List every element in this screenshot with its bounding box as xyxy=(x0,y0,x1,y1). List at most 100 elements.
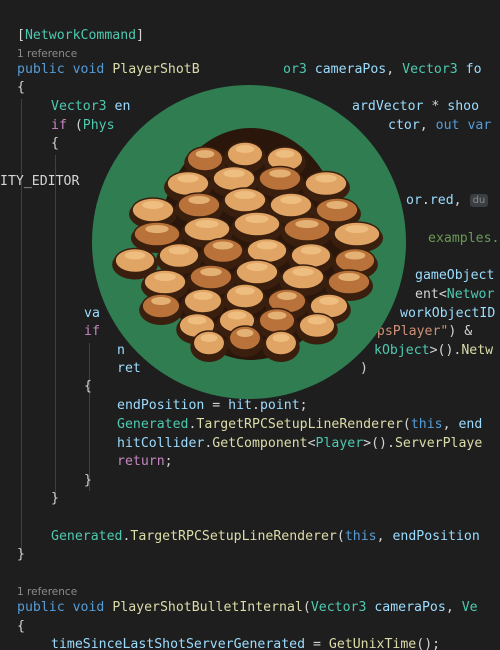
pinecone-scale-highlight xyxy=(200,268,222,276)
token: } xyxy=(17,547,25,562)
token: . xyxy=(421,193,430,208)
pinecone-scale-highlight xyxy=(345,225,369,233)
pinecone-scale-highlight xyxy=(315,174,337,183)
token: NetworkCommand xyxy=(24,28,137,43)
code-line[interactable]: ITY_EDITOR xyxy=(0,172,79,192)
indent-guide xyxy=(55,155,56,498)
token: { xyxy=(51,136,59,151)
pinecone-scale-highlight xyxy=(235,287,255,295)
token: Player xyxy=(315,436,364,451)
pinecone-scale-highlight xyxy=(200,334,218,342)
token: PlayerShotB xyxy=(112,62,200,77)
code-line[interactable]: hitCollider.GetComponent<Player>().Serve… xyxy=(117,434,482,454)
token: GetUnixTime xyxy=(328,637,417,650)
pinecone-scale-highlight xyxy=(326,201,348,209)
token: this xyxy=(410,417,443,432)
code-line[interactable]: public void PlayerShotBulletInternal(Vec… xyxy=(17,598,478,618)
token: Ve xyxy=(461,600,478,615)
pinecone-scale-highlight xyxy=(338,273,360,281)
token: ] xyxy=(136,28,145,43)
code-line[interactable]: [NetworkCommand] xyxy=(17,26,144,46)
pinecone-scale-highlight xyxy=(142,201,164,209)
token: endPosition xyxy=(392,529,480,544)
token: if xyxy=(51,118,67,133)
code-line[interactable]: Generated.TargetRPCSetupLineRenderer(thi… xyxy=(117,415,482,435)
token: GetComponent xyxy=(212,436,308,451)
token: cameraPos xyxy=(314,62,387,77)
pinecone-scale-highlight xyxy=(292,268,314,276)
token: = xyxy=(305,637,329,650)
token: TargetRPCSetupLineRenderer xyxy=(196,417,403,432)
pinecone-scale-highlight xyxy=(235,145,255,153)
token: cameraPos xyxy=(374,600,446,615)
pinecone-scale-highlight xyxy=(195,150,215,158)
code-line[interactable]: timeSinceLastShotServerGenerated = GetUn… xyxy=(51,635,440,650)
token: hit xyxy=(228,398,252,413)
token: , xyxy=(453,193,470,208)
indent-guide xyxy=(21,99,22,554)
code-line[interactable]: } xyxy=(17,545,25,565)
code-line[interactable]: Generated.TargetRPCSetupLineRenderer(thi… xyxy=(51,527,480,547)
pinecone-scale-highlight xyxy=(223,169,245,178)
token: Vector3 xyxy=(402,62,458,77)
pinecone-scale-highlight xyxy=(193,292,213,300)
token: < xyxy=(307,436,316,451)
parameter-hint: du xyxy=(469,194,489,207)
pinecone-scale-highlight xyxy=(344,251,366,260)
token: { xyxy=(17,619,25,634)
pinecone-scale-highlight xyxy=(168,246,190,255)
token: [ xyxy=(17,28,25,43)
codelens-references[interactable]: 1 reference xyxy=(17,585,77,599)
pinecone-scale-highlight xyxy=(307,316,327,325)
token: , xyxy=(376,529,393,544)
code-line[interactable]: or3 cameraPos, Vector3 fo xyxy=(283,60,482,80)
token: ; xyxy=(164,454,173,469)
pinecone-scale-highlight xyxy=(188,196,210,204)
token: , xyxy=(386,62,403,77)
token: } xyxy=(84,473,92,488)
pinecone-scale-highlight xyxy=(195,220,219,228)
code-line[interactable]: return; xyxy=(117,452,173,472)
token: shoo xyxy=(447,99,480,114)
token: >(). xyxy=(363,436,395,451)
token: ) & xyxy=(448,324,473,339)
pinecone-scale-highlight xyxy=(277,292,297,300)
code-line[interactable]: { xyxy=(17,617,25,637)
token: . xyxy=(252,398,260,413)
pinecone-scale-highlight xyxy=(212,241,234,250)
token: TargetRPCSetupLineRenderer xyxy=(130,529,337,544)
token: or3 xyxy=(283,62,315,77)
code-line[interactable]: gameObject xyxy=(415,266,494,286)
pinecone-scale-highlight xyxy=(234,191,256,199)
code-line[interactable]: ent<Networ xyxy=(415,285,494,305)
pinecone-scale-highlight xyxy=(227,311,247,320)
code-line[interactable]: { xyxy=(51,134,59,154)
token: public xyxy=(17,62,65,77)
pinecone-scale-highlight xyxy=(177,174,199,183)
pinecone-scale-highlight xyxy=(154,273,176,281)
token: ITY_EDITOR xyxy=(0,174,80,189)
pinecone-scale-highlight xyxy=(267,311,287,320)
code-line[interactable]: { xyxy=(17,78,25,98)
pinecone-scale-highlight xyxy=(245,215,269,223)
token: Generated xyxy=(51,529,123,544)
pinecone-scale-highlight xyxy=(151,297,171,305)
pinecone-scale-highlight xyxy=(319,297,339,305)
code-line[interactable]: } xyxy=(84,471,92,491)
code-line[interactable]: public void PlayerShotB xyxy=(17,60,200,80)
token: examples. xyxy=(428,231,500,246)
pinecone-scale-highlight xyxy=(124,251,146,260)
token: , xyxy=(442,417,459,432)
pinecone-scale-highlight xyxy=(269,169,291,178)
token: Vector3 xyxy=(310,600,367,615)
code-line[interactable]: } xyxy=(51,489,59,509)
token: PlayerShotBulletInternal xyxy=(112,600,303,615)
code-line[interactable]: examples. xyxy=(428,229,499,249)
pinecone-scale-highlight xyxy=(300,246,322,255)
codelens-references[interactable]: 1 reference xyxy=(17,47,77,61)
token: ( xyxy=(302,600,311,615)
pinecone-scale-highlight xyxy=(295,220,319,228)
